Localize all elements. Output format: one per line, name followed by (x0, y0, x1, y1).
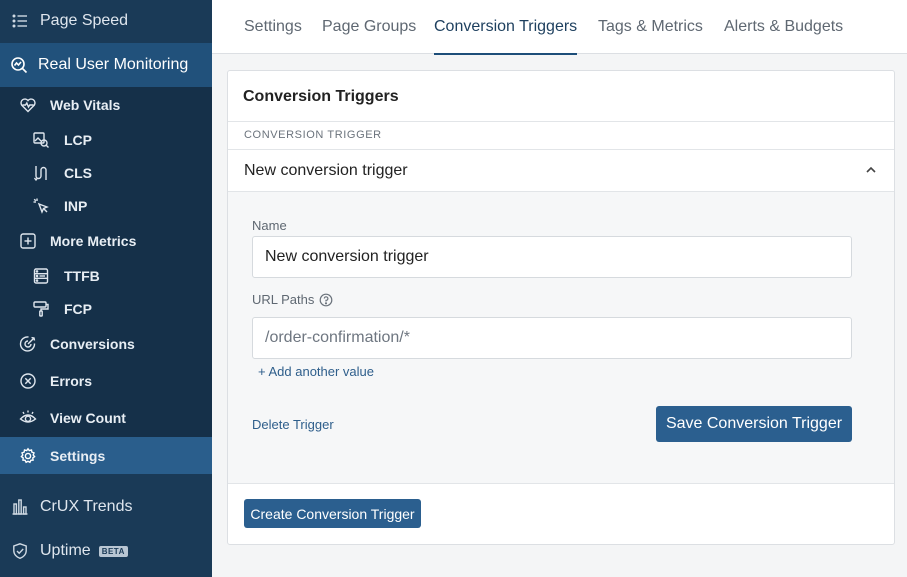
bar-chart-icon (11, 498, 29, 516)
sidebar-item-conversions[interactable]: Conversions (0, 327, 212, 361)
sidebar-item-errors[interactable]: Errors (0, 364, 212, 398)
sidebar-item-label: Uptime (40, 542, 91, 559)
sidebar-item-label: FCP (64, 300, 92, 317)
chevron-up-icon[interactable] (864, 163, 878, 177)
sidebar-item-fcp[interactable]: FCP (0, 292, 212, 325)
sidebar-item-settings[interactable]: Settings (0, 437, 212, 474)
conversion-triggers-card: Conversion Triggers CONVERSION TRIGGER N… (227, 70, 895, 545)
delete-trigger-link[interactable]: Delete Trigger (252, 417, 334, 432)
tab-settings[interactable]: Settings (244, 0, 302, 54)
tab-conversion-triggers[interactable]: Conversion Triggers (434, 0, 578, 55)
sidebar-item-view-count[interactable]: View Count (0, 401, 212, 435)
url-paths-label: URL Paths (252, 292, 333, 307)
layout-shift-icon (32, 164, 50, 182)
sidebar-item-lcp[interactable]: LCP (0, 123, 212, 156)
sidebar-section-real-user-monitoring[interactable]: Real User Monitoring (0, 43, 212, 87)
name-input[interactable] (252, 236, 852, 278)
sidebar-item-inp[interactable]: INP (0, 189, 212, 222)
sidebar-item-ttfb[interactable]: TTFB (0, 259, 212, 292)
divider (228, 483, 894, 484)
beta-badge: BETA (98, 545, 128, 557)
x-circle-icon (19, 372, 37, 390)
sidebar-item-label: Errors (50, 373, 93, 389)
sidebar-item-label: CLS (64, 164, 92, 181)
sidebar: Page Speed Real User Monitoring Web Vita… (0, 0, 212, 577)
image-search-icon (32, 131, 50, 149)
sidebar-item-label: CrUX Trends (40, 498, 133, 515)
save-conversion-trigger-button[interactable]: Save Conversion Trigger (656, 406, 852, 442)
shield-check-icon (11, 542, 29, 560)
sidebar-item-label: Settings (50, 447, 106, 464)
sidebar-item-more-metrics[interactable]: More Metrics (0, 224, 212, 258)
eye-icon (19, 409, 37, 427)
sidebar-submenu: Web Vitals LCP CLS INP More Metrics TTFB… (0, 87, 212, 474)
sidebar-item-label: Page Speed (40, 12, 129, 29)
sidebar-item-uptime[interactable]: Uptime BETA (0, 529, 212, 573)
sidebar-item-crux-trends[interactable]: CrUX Trends (0, 485, 212, 529)
sidebar-item-label: More Metrics (50, 233, 137, 249)
sidebar-item-label: TTFB (64, 267, 100, 284)
target-icon (19, 335, 37, 353)
sidebar-section-label: Real User Monitoring (38, 56, 189, 73)
trigger-title: New conversion trigger (244, 162, 408, 179)
name-label: Name (252, 218, 287, 233)
server-icon (32, 267, 50, 285)
search-chart-icon (10, 56, 28, 74)
create-conversion-trigger-button[interactable]: Create Conversion Trigger (244, 499, 421, 528)
sidebar-item-label: View Count (50, 410, 126, 426)
plus-square-icon (19, 232, 37, 250)
settings-tabs: Settings Page Groups Conversion Triggers… (212, 0, 907, 55)
tab-page-groups[interactable]: Page Groups (322, 0, 416, 54)
paint-roller-icon (32, 300, 50, 318)
url-paths-label-text: URL Paths (252, 292, 315, 307)
heart-pulse-icon (19, 96, 37, 114)
trigger-form: Name URL Paths + Add another value Delet… (228, 192, 894, 483)
tab-tags-metrics[interactable]: Tags & Metrics (598, 0, 703, 54)
help-circle-icon[interactable] (319, 293, 333, 307)
list-icon (11, 12, 29, 30)
trigger-accordion-header[interactable]: New conversion trigger (228, 150, 894, 192)
sidebar-item-web-vitals[interactable]: Web Vitals (0, 88, 212, 122)
gear-icon (19, 447, 37, 465)
card-title: Conversion Triggers (243, 88, 399, 105)
sidebar-item-label: INP (64, 197, 88, 214)
add-another-value-link[interactable]: + Add another value (258, 364, 374, 379)
sidebar-item-label: Conversions (50, 336, 135, 352)
url-paths-input[interactable] (252, 317, 852, 359)
sidebar-item-label: Web Vitals (50, 97, 121, 113)
divider (228, 121, 894, 122)
sidebar-item-page-speed[interactable]: Page Speed (0, 0, 212, 42)
section-label: CONVERSION TRIGGER (244, 129, 382, 141)
sidebar-item-cls[interactable]: CLS (0, 156, 212, 189)
sidebar-item-label: LCP (64, 131, 92, 148)
tab-alerts-budgets[interactable]: Alerts & Budgets (724, 0, 843, 54)
name-label-text: Name (252, 218, 287, 233)
pointer-click-icon (32, 197, 50, 215)
